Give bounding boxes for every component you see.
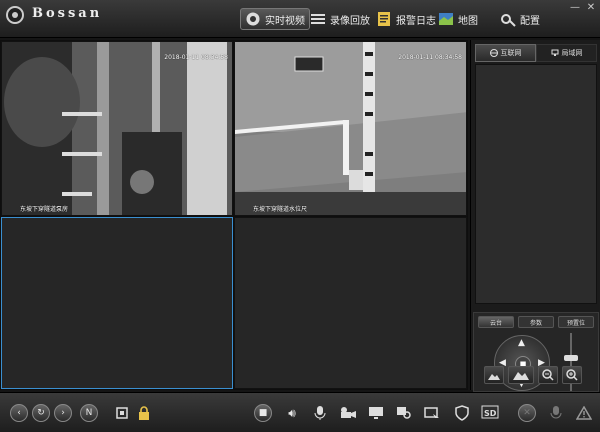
- right-panel: 互联网 局域网 云台 参数 预置位 ▲ ▼ ◀ ▶ ■: [470, 40, 600, 392]
- chevron-right-icon: ›: [61, 408, 65, 418]
- disconnect-button[interactable]: ✕: [518, 404, 536, 422]
- minimize-button[interactable]: —: [570, 3, 580, 13]
- nav-alarm-log[interactable]: 报警日志: [372, 8, 440, 30]
- fullscreen-icon: [116, 407, 128, 419]
- nav-live-video-label: 实时视频: [265, 15, 305, 27]
- lock-icon: [139, 406, 149, 420]
- lan-icon: [551, 49, 558, 56]
- microphone-disabled-icon: [550, 406, 562, 419]
- close-button[interactable]: ✕: [586, 3, 596, 13]
- alarm-log-icon: [378, 12, 390, 26]
- nav-map[interactable]: 地图: [434, 8, 482, 30]
- playback-icon: [311, 14, 325, 24]
- volume-button[interactable]: 🔊︎: [282, 403, 302, 423]
- slider-knob[interactable]: [564, 355, 578, 361]
- globe-icon: [489, 49, 498, 57]
- video-cell-1[interactable]: 2018-01-11 08:34:58 东坡下穿隧道泵房: [1, 41, 233, 216]
- title-bar: Bossan 实时视频 录像回放 报警日志 地图 配置 — ✕: [0, 0, 600, 38]
- nav-config[interactable]: 配置: [496, 8, 544, 30]
- stop-icon: ■: [258, 408, 268, 418]
- video-cell-3[interactable]: [1, 217, 233, 389]
- window-controls: — ✕: [570, 3, 596, 13]
- map-icon: [439, 13, 453, 25]
- network-tabs: 互联网 局域网: [475, 44, 597, 62]
- ptz-action-buttons: [484, 366, 582, 384]
- nav-live-video[interactable]: 实时视频: [240, 8, 310, 30]
- camera-icon: [246, 12, 260, 26]
- tab-internet-label: 互联网: [500, 49, 522, 57]
- config-icon: [501, 14, 516, 27]
- ptz-focus-button[interactable]: [484, 366, 504, 384]
- tab-lan-label: 局域网: [561, 49, 583, 57]
- snapshot-icon: [424, 407, 439, 418]
- shield-button[interactable]: [452, 403, 472, 423]
- stop-button[interactable]: ■: [254, 404, 272, 422]
- monitor-icon: [369, 407, 383, 419]
- camera-feed-pump-room: [2, 42, 232, 215]
- previous-page-button[interactable]: ‹: [10, 404, 28, 422]
- video-grid: 2018-01-11 08:34:58 东坡下穿隧道泵房 2018-01-11 …: [0, 40, 468, 390]
- camera-2-name: 东坡下穿隧道水位尺: [253, 206, 308, 213]
- app-logo-icon: [6, 6, 24, 24]
- video-cell-4[interactable]: [234, 217, 467, 389]
- nav-config-label: 配置: [520, 15, 540, 27]
- next-page-button[interactable]: ›: [54, 404, 72, 422]
- camera-1-name: 东坡下穿隧道泵房: [20, 206, 69, 213]
- record-button[interactable]: [338, 403, 358, 423]
- microphone-icon: [314, 406, 326, 420]
- alarm-button[interactable]: [574, 403, 594, 423]
- sd-card-button[interactable]: SD: [480, 403, 500, 423]
- bottom-toolbar: ‹ ↻ › N ■ 🔊︎ SD ✕: [0, 392, 600, 432]
- refresh-button[interactable]: ↻: [32, 404, 50, 422]
- tab-presets[interactable]: 预置位: [558, 316, 594, 328]
- mountain-large-icon: [513, 372, 529, 380]
- nav-alarm-log-label: 报警日志: [396, 15, 436, 27]
- view-mode-button[interactable]: N: [80, 404, 98, 422]
- zoom-out-button[interactable]: [538, 366, 558, 384]
- ptz-up-button[interactable]: ▲: [518, 339, 525, 348]
- close-circle-icon: ✕: [523, 408, 531, 418]
- video-record-icon: [341, 407, 356, 418]
- nav-playback[interactable]: 录像回放: [306, 8, 374, 30]
- tab-parameters[interactable]: 参数: [518, 316, 554, 328]
- zoom-in-icon: [566, 369, 578, 381]
- snapshot-button[interactable]: [422, 403, 442, 423]
- tab-internet[interactable]: 互联网: [475, 44, 536, 62]
- ptz-wide-button[interactable]: [508, 366, 534, 384]
- speaker-icon: 🔊︎: [288, 405, 296, 420]
- zoom-out-icon: [542, 369, 554, 381]
- chevron-left-icon: ‹: [17, 408, 21, 418]
- intercom-button[interactable]: [546, 403, 566, 423]
- warning-icon: [576, 406, 592, 420]
- camera-2-timestamp: 2018-01-11 08:34:58: [398, 54, 462, 61]
- app-window: Bossan 实时视频 录像回放 报警日志 地图 配置 — ✕ 2018-01-…: [0, 0, 600, 432]
- device-search-icon: [397, 407, 411, 419]
- tab-ptz[interactable]: 云台: [478, 316, 514, 328]
- refresh-icon: ↻: [37, 408, 45, 418]
- nav-map-label: 地图: [458, 15, 478, 27]
- microphone-button[interactable]: [310, 403, 330, 423]
- nav-playback-label: 录像回放: [330, 15, 370, 27]
- mountain-small-icon: [488, 374, 500, 380]
- screen-button[interactable]: [366, 403, 386, 423]
- video-cell-2[interactable]: 2018-01-11 08:34:58 东坡下穿隧道水位尺: [234, 41, 467, 216]
- camera-feed-water-gauge: [235, 42, 466, 215]
- device-list[interactable]: [475, 64, 597, 304]
- fullscreen-button[interactable]: [112, 403, 132, 423]
- svg-text:SD: SD: [484, 409, 497, 418]
- device-search-button[interactable]: [394, 403, 414, 423]
- lock-button[interactable]: [134, 403, 154, 423]
- n-mode-icon: N: [85, 408, 93, 418]
- zoom-in-button[interactable]: [562, 366, 582, 384]
- app-brand: Bossan: [32, 6, 103, 21]
- shield-icon: [455, 405, 469, 421]
- tab-lan[interactable]: 局域网: [536, 44, 597, 62]
- camera-1-timestamp: 2018-01-11 08:34:58: [164, 54, 228, 61]
- sd-card-icon: SD: [481, 405, 499, 419]
